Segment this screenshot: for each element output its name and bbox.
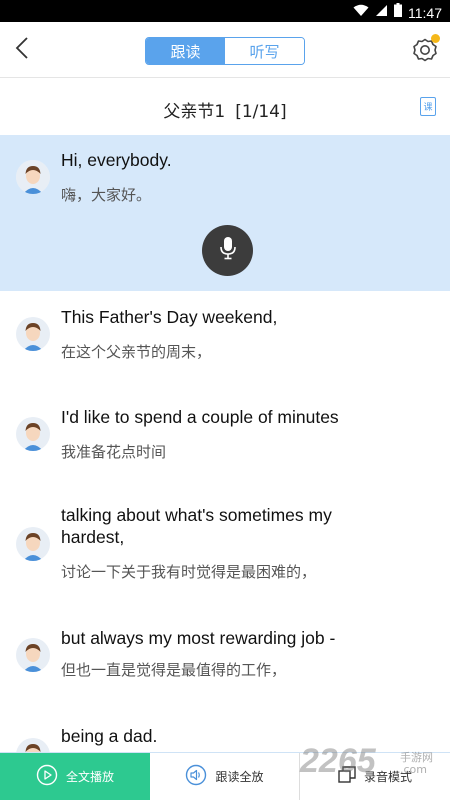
- watermark-number: 2265: [300, 742, 376, 780]
- site-watermark: 2265 手游网 .com: [300, 742, 450, 792]
- sentence-item[interactable]: but always my most rewarding job - 但也一直是…: [0, 613, 450, 713]
- avatar: [16, 317, 50, 351]
- sentence-chinese: 讨论一下关于我有时觉得是最困难的，: [61, 563, 317, 581]
- sentence-chinese: 但也一直是觉得是最值得的工作，: [61, 661, 287, 679]
- lesson-name: 父亲节1: [163, 102, 226, 122]
- tab-dictation[interactable]: 听写: [225, 38, 304, 64]
- sentence-item[interactable]: This Father's Day weekend, 在这个父亲节的周末，: [0, 292, 450, 392]
- watermark-sub: 手游网 .com: [400, 752, 433, 776]
- speaker-icon: [185, 764, 207, 789]
- sentence-chinese: 在这个父亲节的周末，: [61, 343, 212, 361]
- battery-icon: [394, 3, 402, 22]
- status-time: 11:47: [408, 4, 442, 21]
- watermark-sub-line2: .com: [400, 763, 427, 776]
- sentence-english: but always my most rewarding job -: [61, 628, 336, 648]
- record-button[interactable]: [202, 225, 253, 276]
- follow-all-label: 跟读全放: [215, 770, 264, 784]
- avatar: [16, 527, 50, 561]
- sentence-chinese: 嗨，大家好。: [61, 186, 152, 204]
- wifi-icon: [353, 4, 369, 22]
- sentence-chinese: 我准备花点时间: [61, 443, 167, 461]
- settings-button[interactable]: [410, 34, 440, 65]
- lesson-list-icon[interactable]: 课: [420, 97, 436, 116]
- sentence-english: I'd like to spend a couple of minutes: [61, 407, 339, 427]
- sentence-item[interactable]: talking about what's sometimes my hardes…: [0, 492, 450, 613]
- chevron-left-icon: [15, 36, 29, 64]
- play-all-label: 全文播放: [65, 770, 114, 784]
- sentence-english: Hi, everybody.: [61, 150, 172, 170]
- nav-bar: 跟读 听写: [0, 22, 450, 78]
- title-bar: 父亲节1 [1/14] 课: [0, 79, 450, 134]
- gear-icon: [410, 38, 440, 69]
- sentence-english: This Father's Day weekend,: [61, 307, 278, 327]
- status-icons: 11:47: [353, 3, 442, 22]
- mode-switch: 跟读 听写: [145, 37, 305, 65]
- lesson-title: 父亲节1 [1/14]: [0, 97, 450, 122]
- avatar: [16, 160, 50, 194]
- play-circle-icon: [36, 764, 58, 789]
- avatar: [16, 638, 50, 672]
- avatar: [16, 738, 50, 752]
- sentence-item[interactable]: Hi, everybody. 嗨，大家好。: [0, 135, 450, 291]
- play-all-button[interactable]: 全文播放: [0, 753, 150, 800]
- back-button[interactable]: [8, 36, 36, 64]
- microphone-icon: [219, 236, 237, 265]
- sentence-english: talking about what's sometimes my hardes…: [61, 505, 332, 547]
- tab-follow-read[interactable]: 跟读: [146, 38, 225, 64]
- sentence-item[interactable]: I'd like to spend a couple of minutes 我准…: [0, 392, 450, 492]
- lesson-progress: [1/14]: [235, 102, 287, 122]
- signal-icon: [375, 4, 388, 22]
- avatar: [16, 417, 50, 451]
- follow-all-button[interactable]: 跟读全放: [150, 753, 300, 800]
- notification-dot: [431, 34, 440, 43]
- status-bar: 11:47: [0, 0, 450, 22]
